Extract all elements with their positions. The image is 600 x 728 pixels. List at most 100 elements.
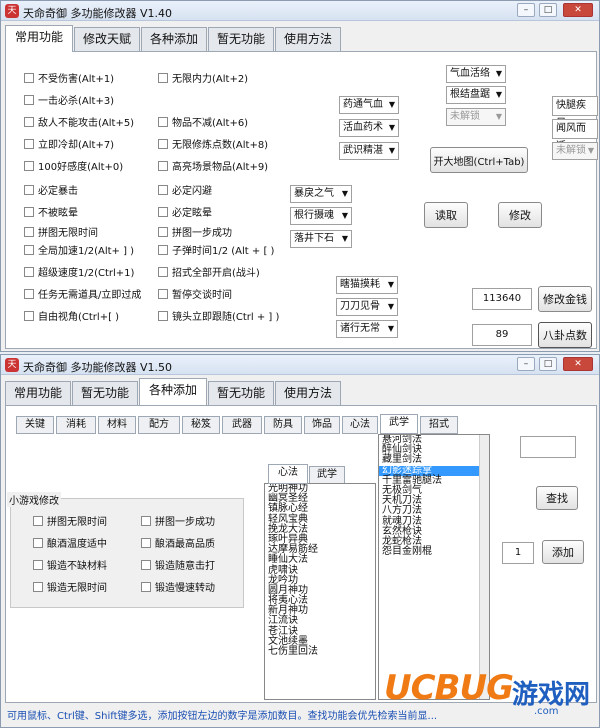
subtab-8[interactable]: 心法 — [342, 416, 378, 434]
checkbox-icon[interactable] — [24, 244, 34, 255]
subtab-3[interactable]: 配方 — [138, 416, 180, 434]
tab-none-2[interactable]: 暂无功能 — [72, 381, 138, 405]
tab-none-3[interactable]: 暂无功能 — [208, 381, 274, 405]
mid-check-1[interactable]: 物品不减(Alt+6) — [158, 114, 248, 129]
subtab-1[interactable]: 消耗 — [56, 416, 96, 434]
checkbox-icon[interactable] — [158, 266, 168, 277]
left-check-7[interactable]: 拼图无限时间 — [24, 224, 98, 239]
checkbox-icon[interactable] — [158, 244, 168, 255]
left-check-10[interactable]: 任务无需道具/立即过成 — [24, 286, 141, 301]
subtab-6[interactable]: 防具 — [264, 416, 302, 434]
minimize-icon[interactable]: – — [517, 3, 535, 17]
mid-check-10[interactable]: 镜头立即跟随(Ctrl + ] ) — [158, 308, 279, 323]
mini-check-0[interactable]: 拼图无限时间 — [33, 513, 107, 528]
mid-check-5[interactable]: 必定眩晕 — [158, 204, 212, 219]
checkbox-icon[interactable] — [158, 288, 168, 299]
left-check-8[interactable]: 全局加速1/2(Alt+ ] ) — [24, 242, 134, 257]
checkbox-icon[interactable] — [33, 537, 43, 548]
maximize-icon[interactable]: □ — [539, 3, 557, 17]
maximize-icon[interactable]: □ — [539, 357, 557, 371]
list-item[interactable]: 七伤里回法 — [265, 646, 375, 657]
xinfa-list[interactable]: 光明神功 幽冥圣经 镇脉心经 轻风宝典 挽龙大法 琢叶异典 达摩易筋经 睡仙大法 虎啸诀 龙吟功圆… — [264, 483, 376, 700]
mid-check-6[interactable]: 拼图一步成功 — [158, 224, 232, 239]
left-check-11[interactable]: 自由视角(Ctrl+[ ) — [24, 308, 119, 323]
checkbox-icon[interactable] — [141, 581, 151, 592]
checkbox-icon[interactable] — [24, 266, 34, 277]
checkbox-icon[interactable] — [158, 138, 168, 149]
read-button[interactable]: 读取 — [424, 202, 468, 228]
subtab-7[interactable]: 饰品 — [304, 416, 340, 434]
subtab-0[interactable]: 关键 — [16, 416, 54, 434]
checkbox-icon[interactable] — [158, 72, 168, 83]
mid-check-4[interactable]: 必定闪避 — [158, 182, 212, 197]
list-item[interactable]: 睡仙大法 — [265, 555, 375, 565]
bagua-input[interactable]: 89 — [472, 324, 532, 346]
select-yao[interactable]: 药通气血 ▼ — [339, 96, 399, 114]
left-check-2[interactable]: 敌人不能攻击(Alt+5) — [24, 114, 134, 129]
checkbox-icon[interactable] — [141, 537, 151, 548]
checkbox-icon[interactable] — [141, 515, 151, 526]
select-wushi[interactable]: 武识精湛 ▼ — [339, 142, 399, 160]
select-qixue[interactable]: 气血活络 ▼ — [446, 65, 506, 83]
checkbox-icon[interactable] — [24, 288, 34, 299]
subtab-5[interactable]: 武器 — [222, 416, 262, 434]
close-icon[interactable]: ✕ — [563, 357, 593, 371]
tab-add-2[interactable]: 各种添加 — [139, 378, 207, 405]
tab-common-2[interactable]: 常用功能 — [5, 381, 71, 405]
checkbox-icon[interactable] — [24, 184, 34, 195]
mini-check-4[interactable]: 锻造不缺材料 — [33, 557, 107, 572]
checkbox-icon[interactable] — [24, 160, 34, 171]
bagua-button[interactable]: 八卦点数 — [538, 322, 592, 348]
checkbox-icon[interactable] — [24, 116, 34, 127]
left-check-5[interactable]: 必定暴击 — [24, 182, 78, 197]
tab-talent[interactable]: 修改天赋 — [74, 27, 140, 51]
add-button[interactable]: 添加 — [542, 540, 584, 564]
mid-check-8[interactable]: 招式全部开启(战斗) — [158, 264, 260, 279]
select-luojing[interactable]: 落井下石 ▼ — [290, 230, 352, 248]
checkbox-icon[interactable] — [158, 160, 168, 171]
mid-check-0[interactable]: 无限内力(Alt+2) — [158, 70, 248, 85]
select-daodao[interactable]: 刀刀见骨 ▼ — [336, 298, 398, 316]
titlebar[interactable]: 天 天命奇御 多功能修改器 V1.40 – □ ✕ — [1, 1, 599, 21]
checkbox-icon[interactable] — [24, 310, 34, 321]
mid-check-2[interactable]: 无限修炼点数(Alt+8) — [158, 136, 268, 151]
modify-money-button[interactable]: 修改金钱 — [538, 286, 592, 312]
mid-check-9[interactable]: 暂停交谈时间 — [158, 286, 232, 301]
select-genxing[interactable]: 根行摄魂 ▼ — [290, 207, 352, 225]
minimize-icon[interactable]: – — [517, 357, 535, 371]
left-check-0[interactable]: 不受伤害(Alt+1) — [24, 70, 114, 85]
checkbox-icon[interactable] — [24, 206, 34, 217]
checkbox-icon[interactable] — [141, 559, 151, 570]
checkbox-icon[interactable] — [158, 226, 168, 237]
checkbox-icon[interactable] — [158, 116, 168, 127]
money-input[interactable]: 113640 — [472, 288, 532, 310]
mid-check-7[interactable]: 子弹时间1/2 (Alt + [ ) — [158, 242, 274, 257]
titlebar-2[interactable]: 天 天命奇御 多功能修改器 V1.50 – □ ✕ — [1, 355, 599, 375]
tab-add[interactable]: 各种添加 — [141, 27, 207, 51]
wuxue-list[interactable]: 悬河剑法 醉仙剑诀 藏里剑法 幻影迷踪掌 千里雷驰腿法 无极剑气 天机刀法 八方刀法 就魂刀法玄… — [378, 434, 490, 700]
checkbox-icon[interactable] — [24, 72, 34, 83]
tab-howto-2[interactable]: 使用方法 — [275, 381, 341, 405]
checkbox-icon[interactable] — [158, 184, 168, 195]
select-xiamao[interactable]: 瞎猫摸耗 ▼ — [336, 276, 398, 294]
left-check-9[interactable]: 超级速度1/2(Ctrl+1) — [24, 264, 134, 279]
quantity-input[interactable]: 1 — [502, 542, 534, 564]
open-map-button[interactable]: 开大地图(Ctrl+Tab) — [430, 147, 528, 173]
mini-check-5[interactable]: 锻造随意击打 — [141, 557, 215, 572]
checkbox-icon[interactable] — [33, 559, 43, 570]
inner-tab-wuxue[interactable]: 武学 — [309, 466, 345, 484]
checkbox-icon[interactable] — [158, 206, 168, 217]
left-check-1[interactable]: 一击必杀(Alt+3) — [24, 92, 114, 107]
checkbox-icon[interactable] — [33, 515, 43, 526]
subtab-4[interactable]: 秘笈 — [182, 416, 220, 434]
mini-check-3[interactable]: 酿酒最高品质 — [141, 535, 215, 550]
left-check-6[interactable]: 不被眩晕 — [24, 204, 78, 219]
tab-none[interactable]: 暂无功能 — [208, 27, 274, 51]
checkbox-icon[interactable] — [33, 581, 43, 592]
mid-check-3[interactable]: 高亮场景物品(Alt+9) — [158, 158, 268, 173]
mini-check-1[interactable]: 拼图一步成功 — [141, 513, 215, 528]
scrollbar[interactable] — [479, 435, 489, 699]
mini-check-6[interactable]: 锻造无限时间 — [33, 579, 107, 594]
modify-button[interactable]: 修改 — [498, 202, 542, 228]
checkbox-icon[interactable] — [24, 226, 34, 237]
